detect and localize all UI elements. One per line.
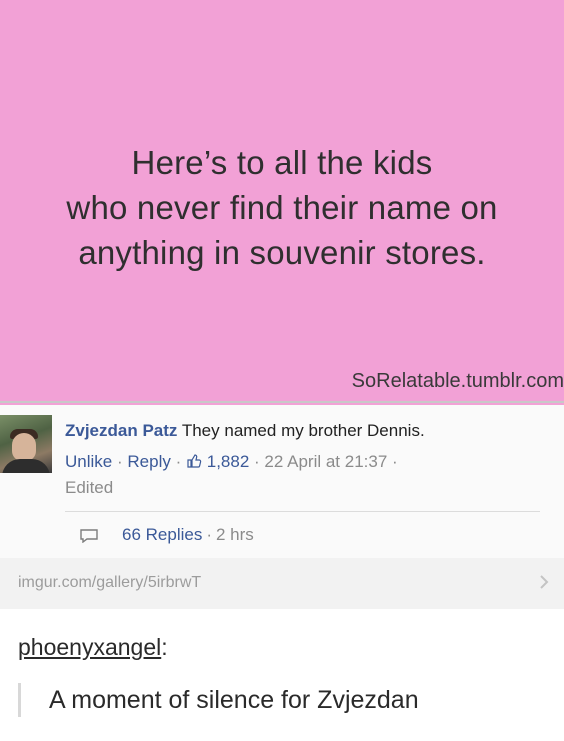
like-icon [186, 453, 202, 474]
reblog-username-link[interactable]: phoenyxangel [18, 634, 161, 660]
avatar-shirt [2, 459, 50, 473]
watermark: SoRelatable.tumblr.com [351, 370, 564, 392]
dot-separator: · [392, 452, 398, 471]
reply-link[interactable]: Reply [127, 452, 170, 471]
comment-timestamp[interactable]: 22 April at 21:37 [264, 452, 387, 471]
replies-row[interactable]: 66 Replies · 2 hrs [80, 525, 254, 545]
chevron-right-icon[interactable] [536, 574, 552, 590]
dot-separator: · [175, 452, 182, 471]
comment-author-link[interactable]: Zvjezdan Patz [65, 421, 177, 440]
colon: : [161, 634, 168, 660]
comment-text: They named my brother Dennis. [181, 421, 425, 440]
headline-line: who never find their name on [66, 189, 498, 226]
reply-arrow-icon [80, 528, 98, 544]
headline-line: Here’s to all the kids [131, 144, 433, 181]
headline-line: anything in souvenir stores. [78, 234, 486, 271]
reblog-quote: A moment of silence for Zvjezdan [49, 686, 419, 714]
like-count[interactable]: 1,882 [207, 452, 250, 471]
reblog-attribution: phoenyxangel: [18, 634, 168, 661]
replies-time: 2 hrs [216, 525, 254, 544]
source-link[interactable]: imgur.com/gallery/5irbrwT [18, 574, 201, 592]
replies-count[interactable]: 66 Replies [122, 525, 202, 545]
edited-label[interactable]: Edited [65, 478, 113, 498]
dot-separator: · [206, 525, 212, 544]
dot-separator: · [254, 452, 260, 471]
unlike-link[interactable]: Unlike [65, 452, 112, 471]
divider [0, 401, 564, 403]
avatar-face [12, 433, 36, 461]
post-headline: Here’s to all the kids who never find th… [0, 140, 564, 275]
avatar[interactable] [0, 415, 52, 473]
comment-text-line: Zvjezdan Patz They named my brother Denn… [65, 421, 425, 441]
dot-separator: · [116, 452, 123, 471]
comment-separator [65, 511, 540, 512]
quote-bar [18, 683, 21, 717]
comment-actions: Unlike · Reply · 1,882 · 22 April at 21:… [65, 452, 398, 474]
